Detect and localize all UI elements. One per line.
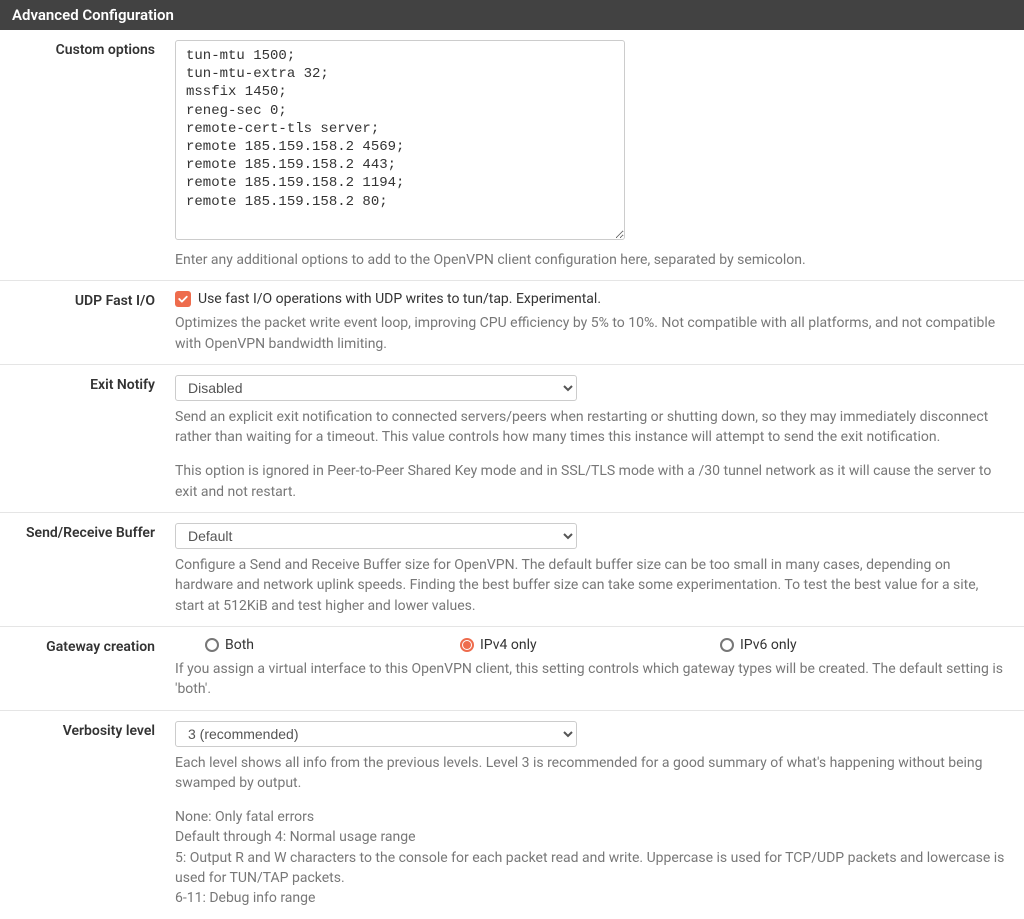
radio-item-ipv6: IPv6 only <box>720 637 797 653</box>
radio-ipv6[interactable] <box>720 638 734 652</box>
help-send-receive-buffer: Configure a Send and Receive Buffer size… <box>175 555 1010 616</box>
label-verbosity-level: Verbosity level <box>0 721 175 909</box>
label-send-receive-buffer: Send/Receive Buffer <box>0 523 175 616</box>
help-gateway-creation: If you assign a virtual interface to thi… <box>175 659 1010 700</box>
panel-title: Advanced Configuration <box>12 6 174 24</box>
gateway-creation-radio-group: Both IPv4 only IPv6 only <box>175 637 1010 653</box>
check-icon <box>177 293 189 305</box>
label-udp-fast-io: UDP Fast I/O <box>0 291 175 354</box>
row-exit-notify: Exit Notify Disabled Send an explicit ex… <box>0 365 1024 513</box>
row-verbosity-level: Verbosity level 3 (recommended) Each lev… <box>0 711 1024 919</box>
radio-ipv6-label: IPv6 only <box>740 637 797 653</box>
radio-item-both: Both <box>205 637 460 653</box>
row-custom-options: Custom options <span class="underline">t… <box>0 30 1024 281</box>
label-gateway-creation: Gateway creation <box>0 637 175 700</box>
radio-both[interactable] <box>205 638 219 652</box>
udp-fast-io-checkbox-label: Use fast I/O operations with UDP writes … <box>198 291 601 307</box>
label-custom-options: Custom options <box>0 40 175 270</box>
radio-both-label: Both <box>225 637 254 653</box>
help-udp-fast-io: Optimizes the packet write event loop, i… <box>175 313 1010 354</box>
udp-fast-io-checkbox[interactable] <box>175 291 191 307</box>
custom-options-textarea[interactable]: <span class="underline">tun</span>-<span… <box>175 40 625 240</box>
udp-fast-io-checkbox-row: Use fast I/O operations with UDP writes … <box>175 291 1010 307</box>
row-send-receive-buffer: Send/Receive Buffer Default Configure a … <box>0 513 1024 627</box>
verbosity-level-select[interactable]: 3 (recommended) <box>175 721 577 747</box>
help-exit-notify: Send an explicit exit notification to co… <box>175 407 1010 502</box>
radio-ipv4-label: IPv4 only <box>480 637 537 653</box>
help-verbosity-level: Each level shows all info from the previ… <box>175 753 1010 909</box>
send-receive-buffer-select[interactable]: Default <box>175 523 577 549</box>
label-exit-notify: Exit Notify <box>0 375 175 502</box>
row-gateway-creation: Gateway creation Both IPv4 only IPv6 onl… <box>0 627 1024 711</box>
row-udp-fast-io: UDP Fast I/O Use fast I/O operations wit… <box>0 281 1024 365</box>
help-custom-options: Enter any additional options to add to t… <box>175 250 1010 270</box>
radio-ipv4[interactable] <box>460 638 474 652</box>
panel-header: Advanced Configuration <box>0 0 1024 30</box>
exit-notify-select[interactable]: Disabled <box>175 375 577 401</box>
radio-item-ipv4: IPv4 only <box>460 637 720 653</box>
